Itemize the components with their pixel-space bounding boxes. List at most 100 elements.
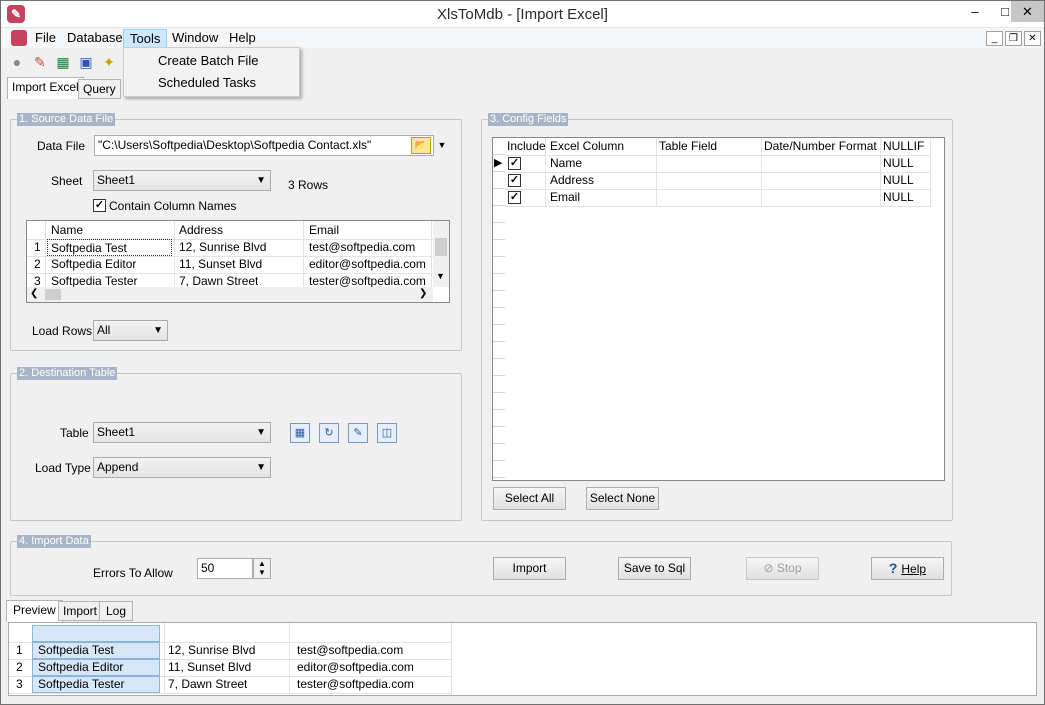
stop-button[interactable]: ⊘ Stop (746, 557, 819, 580)
menu-help[interactable]: Help (223, 29, 262, 48)
mdi-child-icon[interactable] (11, 30, 27, 46)
contain-column-names-label: Contain Column Names (109, 199, 237, 213)
new-file-icon[interactable]: ✎ (31, 53, 49, 71)
nullif-cell[interactable]: NULL (883, 172, 914, 189)
sheet-select[interactable]: Sheet1 ▼ (93, 170, 271, 191)
load-type-value: Append (97, 460, 139, 474)
column-header[interactable]: Email (309, 222, 339, 239)
column-header[interactable]: Date/Number Format (764, 138, 877, 155)
horizontal-scrollbar[interactable]: ❮ ❯ (27, 287, 433, 302)
column-header[interactable]: Include (507, 138, 546, 155)
load-type-select[interactable]: Append ▼ (93, 457, 271, 478)
include-checkbox[interactable]: ✓ (508, 157, 521, 170)
rows-count-text: 3 Rows (288, 178, 329, 192)
nullif-cell[interactable]: NULL (883, 189, 914, 206)
select-none-button[interactable]: Select None (586, 487, 659, 510)
excel-column-cell[interactable]: Address (550, 172, 594, 189)
excel-icon[interactable]: ▦ (54, 53, 72, 71)
save-to-sql-button[interactable]: Save to Sql (618, 557, 691, 580)
load-type-label: Load Type (35, 461, 91, 475)
tab-import-excel[interactable]: Import Excel (7, 77, 84, 99)
data-file-input[interactable]: "C:\Users\Softpedia\Desktop\Softpedia Co… (94, 135, 434, 156)
scroll-right-icon[interactable]: ❯ (419, 288, 427, 299)
destination-table-legend: 2. Destination Table (17, 367, 118, 380)
destination-table-group: 2. Destination Table (10, 367, 462, 521)
scroll-down-icon[interactable]: ▼ (436, 271, 445, 281)
select-all-button[interactable]: Select All (493, 487, 566, 510)
table-cell[interactable]: Softpedia Test (32, 642, 160, 659)
table-cell[interactable]: Softpedia Test (47, 239, 172, 256)
config-fields-grid[interactable]: ▶ Include Excel Column Table Field Date/… (492, 137, 945, 481)
tab-import[interactable]: Import (58, 601, 103, 621)
menu-item-create-batch-file[interactable]: Create Batch File (158, 53, 258, 68)
table-cell[interactable]: editor@softpedia.com (309, 256, 426, 273)
table-cell[interactable]: 12, Sunrise Blvd (168, 642, 255, 659)
table-cell[interactable]: Softpedia Tester (32, 676, 160, 693)
import-data-legend: 4. Import Data (17, 535, 91, 548)
close-icon[interactable]: ✕ (1011, 1, 1044, 22)
table-cell[interactable]: 12, Sunrise Blvd (179, 239, 266, 256)
row-number: 1 (34, 240, 41, 254)
include-checkbox[interactable]: ✓ (508, 191, 521, 204)
column-header[interactable]: Excel Column (550, 138, 624, 155)
column-header[interactable]: Name (51, 222, 83, 239)
table-cell[interactable]: tester@softpedia.com (297, 676, 414, 693)
column-header[interactable]: NULLIF (883, 138, 924, 155)
menu-database[interactable]: Database (61, 29, 129, 48)
load-rows-select[interactable]: All ▼ (93, 320, 168, 341)
table-cell[interactable]: editor@softpedia.com (297, 659, 414, 676)
stop-label: Stop (776, 561, 802, 575)
help-button[interactable]: ? Help (871, 557, 944, 580)
nullif-cell[interactable]: NULL (883, 155, 914, 172)
preview-grid[interactable]: 1 Softpedia Test 12, Sunrise Blvd test@s… (8, 622, 1037, 696)
excel-column-cell[interactable]: Name (550, 155, 582, 172)
table-cell[interactable]: test@softpedia.com (309, 239, 415, 256)
mdi-close-icon[interactable]: ✕ (1024, 31, 1041, 46)
import-button[interactable]: Import (493, 557, 566, 580)
data-file-label: Data File (37, 139, 86, 153)
column-header[interactable]: Table Field (659, 138, 717, 155)
export-icon[interactable]: ▣ (77, 53, 95, 71)
refresh-table-icon[interactable]: ↻ (319, 423, 339, 443)
source-preview-grid[interactable]: Name Address Email 1 Softpedia Test 12, … (26, 220, 450, 303)
main-window: ✎ XlsToMdb - [Import Excel] – □ ✕ File D… (0, 0, 1045, 705)
errors-to-allow-input[interactable]: 50 (197, 558, 253, 579)
tab-query[interactable]: Query (78, 79, 121, 99)
scroll-thumb[interactable] (45, 289, 61, 300)
columns-icon[interactable]: ◫ (377, 423, 397, 443)
connect-icon[interactable]: ● (8, 53, 26, 71)
stop-icon: ⊘ (763, 561, 777, 575)
preview-header-cell[interactable] (32, 625, 160, 642)
scroll-thumb[interactable] (435, 238, 447, 256)
row-number: 1 (16, 643, 23, 657)
add-table-icon[interactable]: ▦ (290, 423, 310, 443)
menu-item-scheduled-tasks[interactable]: Scheduled Tasks (158, 75, 256, 90)
minimize-icon[interactable]: – (961, 1, 989, 22)
vertical-scrollbar[interactable]: ▼ (433, 221, 449, 287)
data-file-dropdown-icon[interactable]: ▼ (435, 137, 449, 154)
title-bar: ✎ XlsToMdb - [Import Excel] – □ ✕ (1, 1, 1044, 28)
table-cell[interactable]: Softpedia Editor (32, 659, 160, 676)
edit-table-icon[interactable]: ✎ (348, 423, 368, 443)
table-cell[interactable]: 11, Sunset Blvd (168, 659, 251, 676)
spin-buttons-icon[interactable]: ▲ ▼ (253, 558, 271, 579)
scroll-left-icon[interactable]: ❮ (30, 288, 38, 299)
menu-window[interactable]: Window (166, 29, 224, 48)
include-checkbox[interactable]: ✓ (508, 174, 521, 187)
table-cell[interactable]: 11, Sunset Blvd (179, 256, 262, 273)
table-cell[interactable]: Softpedia Editor (51, 256, 136, 273)
mdi-restore-icon[interactable]: ❐ (1005, 31, 1022, 46)
tab-log[interactable]: Log (99, 601, 134, 621)
table-select[interactable]: Sheet1 ▼ (93, 422, 271, 443)
contain-column-names-checkbox[interactable]: ✓ (93, 199, 106, 212)
mdi-minimize-icon[interactable]: _ (986, 31, 1003, 46)
wizard-icon[interactable]: ✦ (100, 53, 118, 71)
menu-tools[interactable]: Tools (123, 29, 168, 48)
table-cell[interactable]: 7, Dawn Street (168, 676, 247, 693)
tab-preview[interactable]: Preview (6, 600, 63, 622)
menu-file[interactable]: File (29, 29, 62, 48)
open-folder-icon[interactable]: 📂 (411, 137, 431, 154)
column-header[interactable]: Address (179, 222, 223, 239)
excel-column-cell[interactable]: Email (550, 189, 580, 206)
table-cell[interactable]: test@softpedia.com (297, 642, 403, 659)
